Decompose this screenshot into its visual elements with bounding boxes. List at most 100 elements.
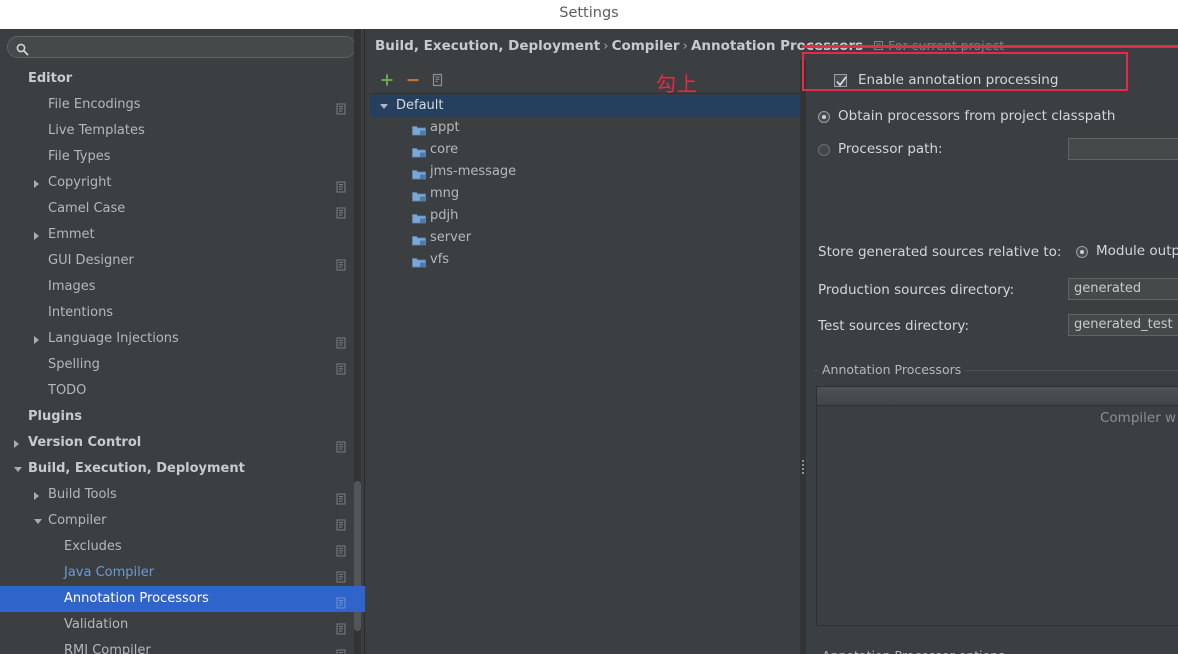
module-row[interactable]: vfs [370, 249, 800, 271]
sidebar-item-label: Java Compiler [64, 565, 155, 580]
module-label: server [430, 230, 472, 245]
module-label: pdjh [430, 208, 459, 223]
annotation-processor-options-group-title: Annotation Processor options [818, 648, 1009, 654]
chevron-right-icon[interactable] [34, 336, 39, 344]
sidebar-item-build-tools[interactable]: Build Tools [0, 482, 365, 508]
sidebar-item-version-control[interactable]: Version Control [0, 430, 365, 456]
remove-profile-button[interactable] [405, 72, 421, 88]
sidebar-item-label: Camel Case [48, 201, 126, 216]
test-sources-directory-label: Test sources directory: [818, 318, 969, 334]
annotation-processors-group-title: Annotation Processors [818, 362, 966, 377]
module-row[interactable]: appt [370, 117, 800, 139]
sidebar-item-label: Spelling [48, 357, 100, 372]
module-row[interactable]: jms-message [370, 161, 800, 183]
annotation-processors-settings: Enable annotation processing Obtain proc… [808, 60, 1178, 654]
processor-path-radio[interactable] [818, 144, 830, 156]
sidebar-item-compiler[interactable]: Compiler [0, 508, 365, 534]
profile-row[interactable]: Default [370, 95, 800, 117]
sidebar-item-label: Editor [28, 71, 73, 86]
sidebar-item-language-injections[interactable]: Language Injections [0, 326, 365, 352]
sidebar-item-copyright[interactable]: Copyright [0, 170, 365, 196]
sidebar-item-label: Copyright [48, 175, 112, 190]
sidebar-item-label: Version Control [28, 435, 142, 450]
chevron-right-icon[interactable] [34, 492, 39, 500]
processor-path-input[interactable] [1068, 138, 1178, 160]
production-sources-directory-label: Production sources directory: [818, 282, 1015, 298]
chevron-right-icon[interactable] [14, 440, 19, 448]
processors-table-body[interactable] [816, 406, 1178, 626]
chevron-right-icon[interactable] [34, 180, 39, 188]
sidebar-item-todo[interactable]: TODO [0, 378, 365, 404]
sidebar-item-images[interactable]: Images [0, 274, 365, 300]
sidebar-item-label: Compiler [48, 513, 107, 528]
annotation-text-cn: 勾上 [656, 72, 698, 96]
sidebar-tree: Editor File Encodings Live Templates File T… [0, 66, 365, 654]
sidebar-item-annotation-processors[interactable]: Annotation Processors [0, 586, 365, 612]
profile-module-tree: Default appt core jms-message mng pdjh server v… [370, 95, 800, 271]
panel-splitter[interactable] [800, 60, 806, 654]
store-generated-sources-label: Store generated sources relative to: [818, 244, 1062, 260]
search-field-wrapper [7, 36, 356, 58]
chevron-down-icon[interactable] [34, 519, 42, 524]
processor-path-label: Processor path: [838, 141, 943, 157]
settings-sidebar: Editor File Encodings Live Templates File T… [0, 29, 365, 654]
sidebar-item-live-templates[interactable]: Live Templates [0, 118, 365, 144]
sidebar-item-label: Plugins [28, 409, 82, 424]
sidebar-item-validation[interactable]: Validation [0, 612, 365, 638]
module-row[interactable]: server [370, 227, 800, 249]
add-profile-button[interactable] [379, 72, 395, 88]
project-scope-icon [336, 489, 347, 505]
profiles-toolbar [370, 66, 800, 94]
chevron-down-icon[interactable] [380, 104, 388, 109]
sidebar-item-spelling[interactable]: Spelling [0, 352, 365, 378]
sidebar-item-label: Live Templates [48, 123, 145, 138]
project-scope-icon [336, 541, 347, 557]
profile-label: Default [396, 98, 444, 113]
module-label: core [430, 142, 459, 157]
sidebar-item-label: Intentions [48, 305, 114, 320]
sidebar-item-label: Excludes [64, 539, 122, 554]
sidebar-item-file-types[interactable]: File Types [0, 144, 365, 170]
window-titlebar: Settings [0, 0, 1178, 29]
search-box[interactable] [7, 36, 356, 58]
sidebar-item-plugins[interactable]: Plugins [0, 404, 365, 430]
sidebar-item-file-encodings[interactable]: File Encodings [0, 92, 365, 118]
obtain-processors-radio[interactable] [818, 111, 830, 123]
copy-profile-button[interactable] [430, 72, 446, 88]
sidebar-item-gui-designer[interactable]: GUI Designer [0, 248, 365, 274]
breadcrumb-part-2[interactable]: Compiler [612, 38, 680, 54]
breadcrumb-separator-2: › [682, 38, 688, 54]
production-sources-directory-input[interactable]: generated [1068, 278, 1178, 300]
module-row[interactable]: mng [370, 183, 800, 205]
project-scope-icon [336, 359, 347, 375]
module-row[interactable]: pdjh [370, 205, 800, 227]
module-output-radio[interactable] [1076, 246, 1088, 258]
sidebar-item-label: Language Injections [48, 331, 179, 346]
sidebar-item-emmet[interactable]: Emmet [0, 222, 365, 248]
splitter-grip[interactable] [801, 458, 805, 474]
sidebar-item-intentions[interactable]: Intentions [0, 300, 365, 326]
annotation-red-box [802, 52, 1128, 91]
sidebar-item-excludes[interactable]: Excludes [0, 534, 365, 560]
processors-table-header [816, 386, 1178, 406]
sidebar-item-camel-case[interactable]: Camel Case [0, 196, 365, 222]
module-label: mng [430, 186, 460, 201]
chevron-right-icon[interactable] [34, 232, 39, 240]
settings-dialog: Settings Editor File Encodings Live Templa… [0, 0, 1178, 654]
sidebar-item-rmi-compiler[interactable]: RMI Compiler [0, 638, 365, 654]
sidebar-item-label: Images [48, 279, 96, 294]
test-sources-directory-input[interactable]: generated_test [1068, 314, 1178, 336]
sidebar-item-build-execution-deployment[interactable]: Build, Execution, Deployment [0, 456, 365, 482]
sidebar-item-label: Annotation Processors [64, 591, 209, 606]
sidebar-item-editor[interactable]: Editor [0, 66, 365, 92]
search-input[interactable] [34, 37, 349, 57]
annotation-red-underline [802, 45, 1178, 48]
breadcrumb-part-1[interactable]: Build, Execution, Deployment [375, 38, 600, 54]
sidebar-item-java-compiler[interactable]: Java Compiler [0, 560, 365, 586]
project-scope-icon [336, 437, 347, 453]
project-scope-icon [336, 255, 347, 271]
module-row[interactable]: core [370, 139, 800, 161]
module-folder-icon [412, 188, 426, 202]
chevron-down-icon[interactable] [14, 467, 22, 472]
sidebar-item-label: Validation [64, 617, 129, 632]
